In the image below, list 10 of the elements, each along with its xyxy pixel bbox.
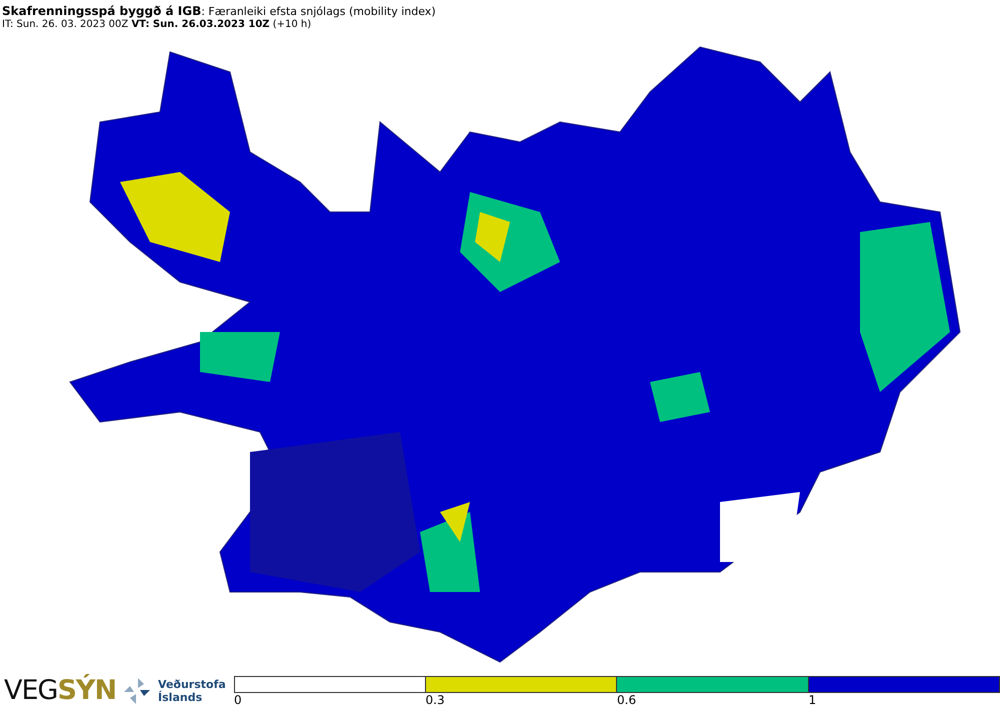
map-title: Skafrenningsspá byggð á IGB: Færanleiki efsta snjólags (mobility index): [2, 4, 437, 18]
legend-label: 0.6: [617, 693, 636, 708]
forecast-times: IT: Sun. 26. 03. 2023 00Z VT: Sun. 26.03.2023 10Z (+10 h): [2, 19, 312, 30]
legend-label: 1: [808, 693, 816, 708]
star-arrows-icon: [122, 676, 152, 706]
agency-name: Íslands: [158, 690, 204, 704]
vegsyn-logo: VEGSÝN: [4, 675, 116, 706]
agency-name: Veðurstofa: [158, 678, 226, 691]
legend-label: 0.3: [426, 693, 445, 708]
legend-label: 0: [234, 693, 242, 708]
